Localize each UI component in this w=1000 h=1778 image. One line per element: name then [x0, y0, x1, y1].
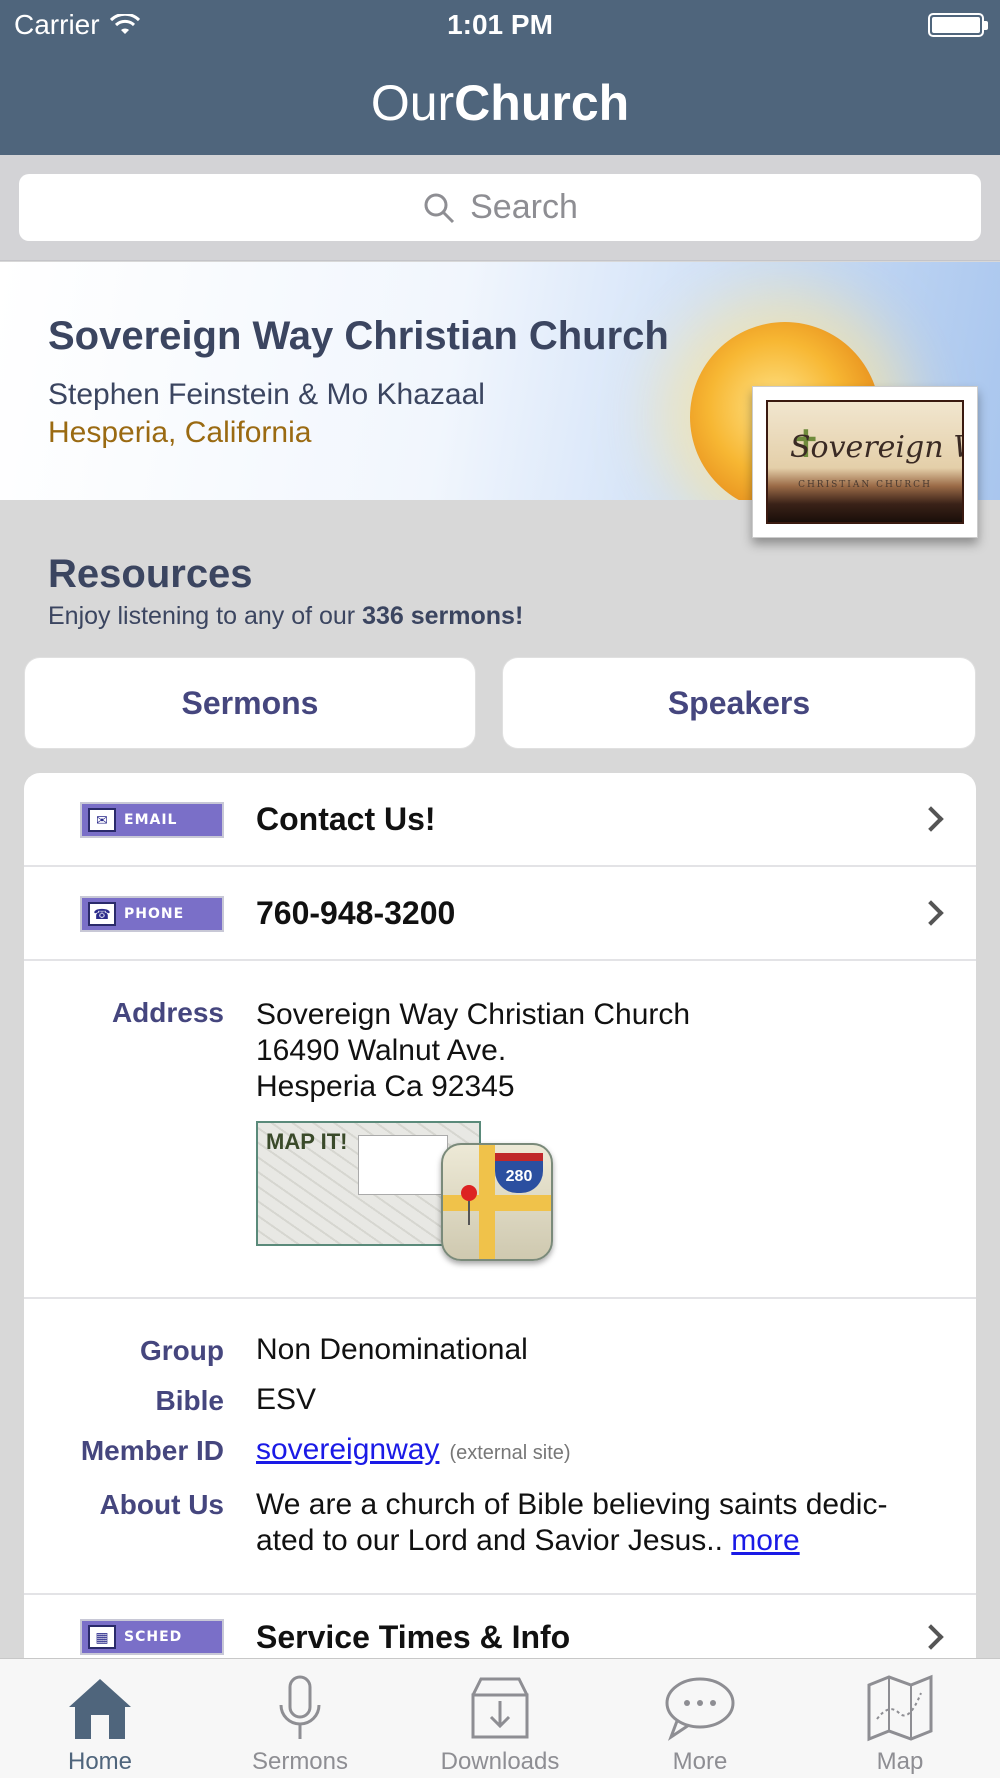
- phone-row[interactable]: ☎ PHONE 760-948-3200: [24, 867, 976, 961]
- maps-app-icon: 280: [441, 1143, 553, 1261]
- map-icon: [867, 1674, 933, 1742]
- about-us-label: About Us: [99, 1489, 224, 1520]
- bible-label: Bible: [155, 1385, 224, 1416]
- church-pastors: Stephen Feinstein & Mo Khazaal: [48, 378, 485, 411]
- search-icon: [424, 193, 455, 223]
- envelope-icon: ✉: [88, 808, 116, 832]
- speech-bubble-icon: [665, 1677, 735, 1741]
- church-name: Sovereign Way Christian Church: [48, 314, 669, 358]
- about-us-line-1: We are a church of Bible believing saint…: [256, 1488, 888, 1521]
- church-logo: ✝ Sovereign Way CHRISTIAN CHURCH: [752, 386, 978, 538]
- chevron-right-icon: [918, 900, 944, 926]
- address-line-1: Sovereign Way Christian Church: [256, 998, 691, 1031]
- more-link[interactable]: more: [731, 1524, 799, 1557]
- member-id-link[interactable]: sovereignway: [256, 1433, 439, 1466]
- telephone-icon: ☎: [88, 902, 116, 926]
- resources-title: Resources: [48, 552, 253, 596]
- address-line-2: 16490 Walnut Ave.: [256, 1034, 507, 1067]
- tab-more[interactable]: More: [600, 1659, 800, 1778]
- group-label: Group: [140, 1335, 224, 1366]
- address-lines: Sovereign Way Christian Church 16490 Wal…: [256, 997, 690, 1105]
- search-input[interactable]: Search: [19, 174, 981, 241]
- tab-map[interactable]: Map: [800, 1659, 1000, 1778]
- tab-more-label: More: [672, 1748, 728, 1775]
- logo-script: Sovereign Way: [790, 430, 962, 465]
- contact-us-row[interactable]: ✉ EMAIL Contact Us!: [24, 773, 976, 867]
- phone-tag-label: PHONE: [124, 906, 185, 922]
- microphone-icon: [279, 1675, 321, 1739]
- sermons-button[interactable]: Sermons: [24, 657, 476, 749]
- contact-us-label: Contact Us!: [256, 801, 436, 837]
- email-tag-label: EMAIL: [124, 812, 178, 828]
- map-it-button[interactable]: MAP IT! 280: [256, 1121, 556, 1266]
- search-bar: Search: [0, 155, 1000, 261]
- app-title-bold: Church: [454, 74, 630, 131]
- status-bar: Carrier 1:01 PM: [0, 0, 1000, 50]
- tab-bar: Home Sermons Downloads More Map: [0, 1658, 1000, 1778]
- clock: 1:01 PM: [447, 9, 553, 40]
- about-us-line-2: ated to our Lord and Savior Jesus..: [256, 1524, 732, 1557]
- address-label: Address: [111, 997, 224, 1028]
- search-placeholder: Search: [470, 188, 578, 226]
- tab-home[interactable]: Home: [0, 1659, 200, 1778]
- calendar-icon: ▦: [88, 1625, 116, 1649]
- map-it-label: MAP IT!: [266, 1129, 348, 1154]
- map-address-note: [358, 1135, 448, 1195]
- address-section: Address Sovereign Way Christian Church 1…: [24, 961, 976, 1299]
- battery-icon: [928, 13, 988, 37]
- phone-tag: ☎ PHONE: [80, 896, 224, 932]
- logo-subtext: CHRISTIAN CHURCH: [798, 480, 932, 490]
- tab-sermons[interactable]: Sermons: [200, 1659, 400, 1778]
- member-id-label: Member ID: [80, 1435, 224, 1466]
- speakers-button[interactable]: Speakers: [502, 657, 976, 749]
- resources-subtitle-prefix: Enjoy listening to any of our: [48, 602, 363, 630]
- tab-downloads-label: Downloads: [440, 1748, 560, 1775]
- map-pin-icon: [461, 1185, 477, 1201]
- church-info-card: ✉ EMAIL Contact Us! ☎ PHONE 760-948-3200…: [24, 773, 976, 1673]
- group-value: Non Denominational: [256, 1333, 528, 1366]
- church-location: Hesperia, California: [48, 416, 312, 449]
- email-tag: ✉ EMAIL: [80, 802, 224, 838]
- address-line-3: Hesperia Ca 92345: [256, 1070, 515, 1103]
- member-id-value: sovereignway (external site): [256, 1433, 571, 1467]
- interstate-shield-icon: 280: [495, 1153, 543, 1193]
- tab-sermons-label: Sermons: [251, 1748, 349, 1775]
- tab-map-label: Map: [876, 1748, 924, 1775]
- sched-tag-label: SCHED: [124, 1629, 183, 1645]
- about-us-text: We are a church of Bible believing saint…: [256, 1487, 887, 1559]
- chevron-right-icon: [918, 1624, 944, 1650]
- church-details-section: Group Non Denominational Bible ESV Membe…: [24, 1299, 976, 1595]
- app-title-light: Our: [370, 74, 455, 131]
- sermon-count: 336 sermons!: [362, 602, 524, 630]
- app-title-bar: Our Church: [0, 50, 1000, 155]
- resources-subtitle: Enjoy listening to any of our 336 sermon…: [48, 602, 523, 631]
- phone-number: 760-948-3200: [256, 895, 456, 931]
- tab-downloads[interactable]: Downloads: [400, 1659, 600, 1778]
- service-times-label: Service Times & Info: [256, 1619, 571, 1655]
- external-site-note: (external site): [449, 1442, 571, 1464]
- chevron-right-icon: [918, 806, 944, 832]
- tab-home-label: Home: [67, 1748, 133, 1775]
- sched-tag: ▦ SCHED: [80, 1619, 224, 1655]
- download-box-icon: [471, 1677, 529, 1739]
- bible-value: ESV: [256, 1383, 317, 1416]
- home-icon: [69, 1679, 131, 1739]
